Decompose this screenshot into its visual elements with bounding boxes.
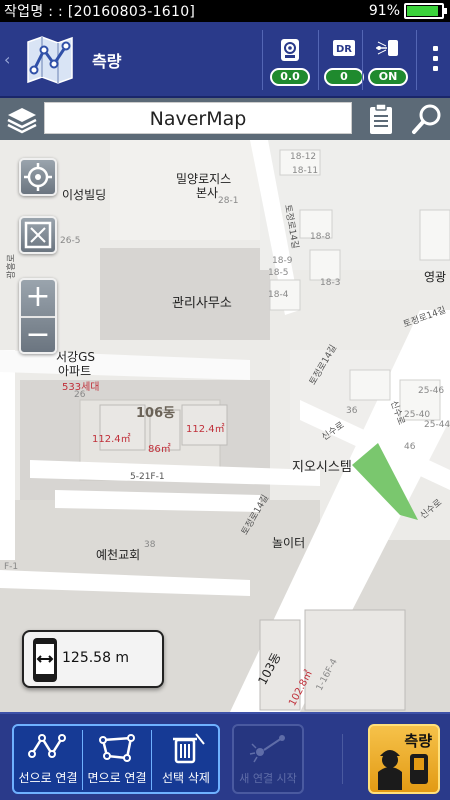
gps-receiver-icon (281, 39, 299, 61)
map-logo-icon[interactable] (22, 32, 78, 88)
map-label: 놀이터 (272, 536, 306, 550)
svg-text:DR: DR (336, 44, 352, 55)
job-title: 작업명 : : [20160803-1610] (4, 4, 196, 20)
delete-selected-label: 선택 삭제 (162, 771, 210, 785)
overflow-menu-icon[interactable] (430, 46, 440, 74)
crosshair-icon (24, 163, 52, 191)
lot-number: F-1 (4, 562, 19, 572)
lot-number: 25-44 (424, 420, 450, 430)
dr-icon: DR (333, 40, 355, 56)
connect-area-label: 면으로 연결 (87, 771, 147, 785)
new-connection-button[interactable]: 새 연결 시작 (232, 724, 304, 794)
distance-value: 125.58 m (62, 650, 130, 666)
app-title: 측량 (92, 52, 122, 71)
polygon-icon (99, 734, 135, 762)
new-connection-icon (249, 735, 285, 763)
toolbar-divider (262, 30, 263, 90)
trash-icon (173, 733, 205, 764)
lot-number: 46 (404, 442, 416, 452)
road-label: 광흥로 (6, 254, 17, 279)
map-label: 5-21F-1 (130, 472, 165, 482)
lot-number: 18-8 (310, 232, 331, 242)
status-bar: 작업명 : : [20160803-1610] 91% (0, 0, 450, 22)
gps-value-badge: 0.0 (270, 68, 310, 86)
gps-button[interactable]: 0.0 (264, 28, 316, 92)
lot-number: 18-9 (272, 256, 293, 266)
lot-number: 26 (74, 390, 86, 400)
clipboard-icon[interactable] (366, 102, 396, 136)
connect-line-label: 선으로 연결 (18, 771, 78, 785)
top-toolbar: ‹ 측량 0.0 DR 0 ON (0, 22, 450, 98)
lot-number: 38 (144, 540, 156, 550)
map-label: 86㎡ (148, 444, 171, 455)
locate-me-button[interactable] (19, 158, 57, 196)
zoom-in-button[interactable]: + (21, 280, 55, 316)
toolbar-divider (416, 30, 417, 90)
map-view[interactable]: 이성빌딩 밀양로지스 본사 관리사무소 서강GS 아파트 533세대 106동 … (0, 140, 450, 712)
phone-distance-icon (33, 638, 57, 682)
map-label: 예천교회 (96, 548, 141, 562)
map-base (0, 140, 450, 712)
map-label: 이성빌딩 (62, 188, 107, 202)
map-label: 106동 (136, 406, 176, 421)
delete-selected-button[interactable]: 선택 삭제 (152, 726, 220, 792)
laser-device-icon (376, 40, 398, 56)
measure-button[interactable]: 측량 (368, 724, 440, 794)
laser-button[interactable]: ON (362, 28, 414, 92)
lot-number: 36 (346, 406, 358, 416)
search-icon[interactable] (410, 102, 444, 136)
map-label: 지오시스템 (292, 460, 352, 475)
dr-value-badge: 0 (324, 68, 364, 86)
lot-number: 28-1 (218, 196, 239, 206)
map-label: 아파트 (58, 364, 92, 378)
map-label: 112.4㎡ (92, 434, 131, 445)
map-label: 본사 (196, 186, 219, 200)
map-label: 112.4㎡ (186, 424, 225, 435)
map-name-field[interactable]: NaverMap (44, 102, 352, 134)
map-search-bar: NaverMap (0, 98, 450, 140)
zoom-out-button[interactable]: − (21, 318, 55, 354)
laser-status-badge: ON (368, 68, 408, 86)
polyline-icon (28, 734, 66, 758)
toolbar-separator (342, 734, 343, 784)
battery-icon (404, 3, 447, 19)
new-connection-label: 새 연결 시작 (239, 772, 297, 785)
lot-number: 18-12 (290, 152, 317, 162)
lot-number: 25-46 (418, 386, 445, 396)
measure-label: 측량 (404, 732, 432, 750)
zoom-control: + − (19, 278, 57, 354)
lot-number: 18-11 (292, 166, 319, 176)
map-label: 영광 (424, 270, 447, 284)
lot-number: 26-5 (60, 236, 81, 246)
map-label: 관리사무소 (172, 296, 232, 311)
connect-tools-group: 선으로 연결 면으로 연결 선택 삭제 (12, 724, 220, 794)
connect-area-button[interactable]: 면으로 연결 (83, 726, 151, 792)
fit-extent-icon (24, 221, 52, 249)
battery-percent: 91% (368, 3, 400, 19)
lot-number: 18-3 (320, 278, 341, 288)
distance-readout: 125.58 m (22, 630, 164, 688)
back-chevron-icon[interactable]: ‹ (4, 50, 10, 69)
fit-extent-button[interactable] (19, 216, 57, 254)
layers-icon[interactable] (6, 102, 38, 136)
lot-number: 18-5 (268, 268, 289, 278)
bottom-toolbar: 선으로 연결 면으로 연결 선택 삭제 새 연결 시작 측량 (0, 712, 450, 800)
lot-number: 25-40 (404, 410, 431, 420)
connect-line-button[interactable]: 선으로 연결 (14, 726, 82, 792)
lot-number: 18-4 (268, 290, 289, 300)
